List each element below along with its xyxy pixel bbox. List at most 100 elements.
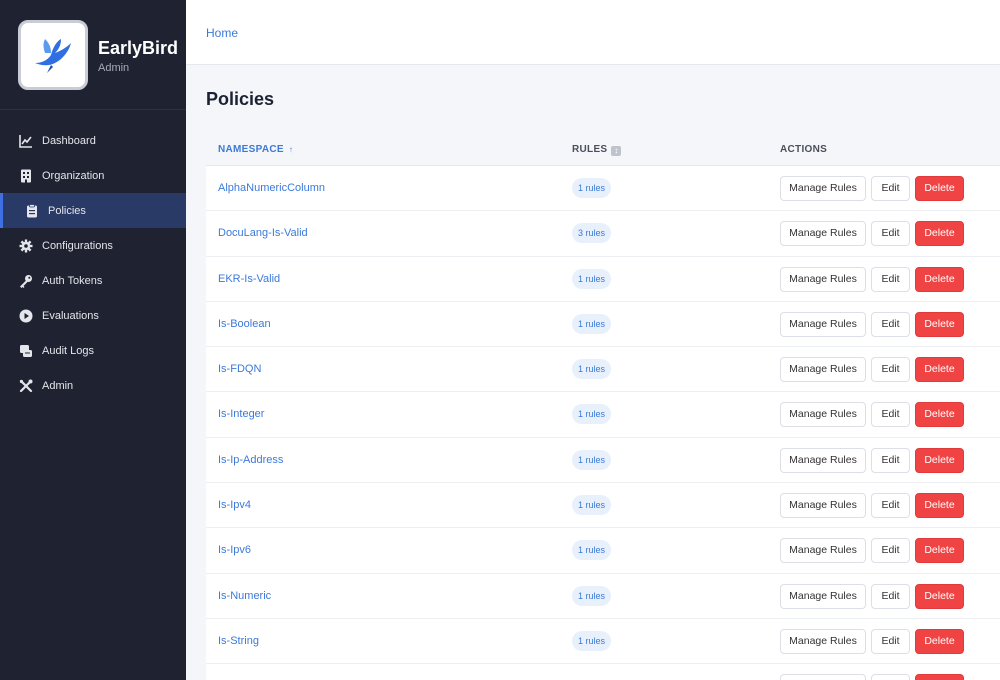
delete-button[interactable]: Delete <box>915 674 964 680</box>
rules-badge: 1 rules <box>572 585 612 606</box>
table-row: Is-Integer 1 rules Manage Rules Edit Delete <box>206 392 1000 438</box>
delete-button[interactable]: Delete <box>915 447 964 473</box>
delete-button[interactable]: Delete <box>915 311 964 337</box>
namespace-link[interactable]: Is-Boolean <box>218 318 271 330</box>
namespace-link[interactable]: Is-Ip-Address <box>218 454 283 466</box>
sort-icon: ↕ <box>611 146 622 156</box>
policies-table: NAMESPACE ↑ RULES ↕ ACTIONS AlphaNumericCo… <box>206 133 1000 680</box>
sidebar-item-label: Evaluations <box>42 309 99 322</box>
delete-button[interactable]: Delete <box>915 176 964 201</box>
namespace-link[interactable]: Is-Numeric <box>218 590 271 602</box>
manage-rules-button[interactable]: Manage Rules <box>780 402 866 428</box>
table-row: Is-Numeric 1 rules Manage Rules Edit Delete <box>206 574 1000 619</box>
delete-button[interactable]: Delete <box>915 266 964 292</box>
column-header-label: NAMESPACE <box>218 144 284 155</box>
sidebar-item-dashboard[interactable]: Dashboard <box>0 123 186 158</box>
manage-rules-button[interactable]: Manage Rules <box>780 493 866 519</box>
delete-button[interactable]: Delete <box>915 628 964 654</box>
sidebar-item-label: Auth Tokens <box>42 274 103 287</box>
table-body: AlphaNumericColumn 1 rules Manage Rules Edi… <box>206 166 1000 680</box>
rules-badge: 3 rules <box>572 223 612 244</box>
manage-rules-button[interactable]: Manage Rules <box>780 266 866 292</box>
manage-rules-button[interactable]: Manage Rules <box>780 447 866 473</box>
manage-rules-button[interactable]: Manage Rules <box>780 538 866 564</box>
table-row: EKR-Is-Valid 1 rules Manage Rules Edit Delet… <box>206 257 1000 302</box>
scroll-icon <box>18 343 34 359</box>
table-row: Is-Ipv6 1 rules Manage Rules Edit Delete <box>206 528 1000 574</box>
top-bar: Home <box>186 0 1000 65</box>
manage-rules-button[interactable]: Manage Rules <box>780 176 866 201</box>
edit-button[interactable]: Edit <box>871 357 910 383</box>
rules-badge: 1 rules <box>572 359 612 380</box>
namespace-link[interactable]: Is-Ipv4 <box>218 499 251 511</box>
sidebar-item-evaluations[interactable]: Evaluations <box>0 298 186 333</box>
delete-button[interactable]: Delete <box>915 538 964 564</box>
manage-rules-button[interactable]: Manage Rules <box>780 221 866 247</box>
namespace-link[interactable]: AlphaNumericColumn <box>218 182 325 194</box>
manage-rules-button[interactable]: Manage Rules <box>780 628 866 654</box>
column-header-label: RULES <box>572 144 608 155</box>
tools-icon <box>18 378 34 394</box>
table-row: Is-FDQN 1 rules Manage Rules Edit Delete <box>206 347 1000 393</box>
delete-button[interactable]: Delete <box>915 357 964 383</box>
edit-button[interactable]: Edit <box>871 447 910 473</box>
edit-button[interactable]: Edit <box>871 266 910 292</box>
table-row: Is-Ip-Address 1 rules Manage Rules Edit Dele… <box>206 438 1000 484</box>
edit-button[interactable]: Edit <box>871 674 910 680</box>
building-icon <box>18 168 34 184</box>
delete-button[interactable]: Delete <box>915 402 964 428</box>
edit-button[interactable]: Edit <box>871 311 910 337</box>
sidebar-item-label: Organization <box>42 169 105 182</box>
key-icon <box>18 273 34 289</box>
sidebar-item-admin[interactable]: Admin <box>0 368 186 403</box>
sidebar-item-audit-logs[interactable]: Audit Logs <box>0 333 186 368</box>
namespace-link[interactable]: Is-String <box>218 635 259 647</box>
table-row: Manage Rules Edit Delete <box>206 664 1000 680</box>
namespace-link[interactable]: Is-Ipv6 <box>218 544 251 556</box>
sidebar-nav: Dashboard Organization Policies Configur… <box>0 123 186 403</box>
delete-button[interactable]: Delete <box>915 583 964 609</box>
sort-asc-icon: ↑ <box>288 145 294 154</box>
rules-badge: 1 rules <box>572 540 612 561</box>
gear-icon <box>18 238 34 254</box>
sidebar-item-label: Admin <box>42 379 74 392</box>
column-header-actions: ACTIONS <box>780 144 828 155</box>
column-header-rules[interactable]: RULES ↕ <box>572 144 622 156</box>
sidebar-item-label: Audit Logs <box>42 344 94 357</box>
delete-button[interactable]: Delete <box>915 221 964 247</box>
rules-badge: 1 rules <box>572 495 612 516</box>
table-row: Is-Ipv4 1 rules Manage Rules Edit Delete <box>206 483 1000 529</box>
sidebar-item-label: Policies <box>48 204 86 217</box>
app-name: EarlyBird <box>98 38 179 58</box>
edit-button[interactable]: Edit <box>871 538 910 564</box>
table-row: AlphaNumericColumn 1 rules Manage Rules Edi… <box>206 166 1000 212</box>
sidebar: EarlyBird Admin Dashboard Organization P… <box>0 0 186 680</box>
sidebar-item-policies[interactable]: Policies <box>0 193 186 228</box>
edit-button[interactable]: Edit <box>871 402 910 428</box>
edit-button[interactable]: Edit <box>871 493 910 519</box>
namespace-link[interactable]: Is-FDQN <box>218 363 261 375</box>
manage-rules-button[interactable]: Manage Rules <box>780 583 866 609</box>
sidebar-item-label: Dashboard <box>42 134 96 147</box>
rules-badge: 1 rules <box>572 178 612 198</box>
sidebar-item-configurations[interactable]: Configurations <box>0 228 186 263</box>
rules-badge: 1 rules <box>572 313 612 334</box>
breadcrumb-home[interactable]: Home <box>206 26 238 40</box>
delete-button[interactable]: Delete <box>915 493 964 519</box>
edit-button[interactable]: Edit <box>871 628 910 654</box>
namespace-link[interactable]: EKR-Is-Valid <box>218 273 280 285</box>
page-title: Policies <box>206 89 275 109</box>
namespace-link[interactable]: DocuLang-Is-Valid <box>218 227 308 239</box>
manage-rules-button[interactable]: Manage Rules <box>780 674 866 680</box>
edit-button[interactable]: Edit <box>871 176 910 201</box>
manage-rules-button[interactable]: Manage Rules <box>780 357 866 383</box>
edit-button[interactable]: Edit <box>871 221 910 247</box>
bird-logo-icon[interactable] <box>18 20 88 90</box>
edit-button[interactable]: Edit <box>871 583 910 609</box>
brand: EarlyBird Admin <box>0 0 186 110</box>
sidebar-item-auth-tokens[interactable]: Auth Tokens <box>0 263 186 298</box>
sidebar-item-organization[interactable]: Organization <box>0 158 186 193</box>
namespace-link[interactable]: Is-Integer <box>218 408 264 420</box>
manage-rules-button[interactable]: Manage Rules <box>780 311 866 337</box>
column-header-namespace[interactable]: NAMESPACE ↑ <box>218 144 293 155</box>
